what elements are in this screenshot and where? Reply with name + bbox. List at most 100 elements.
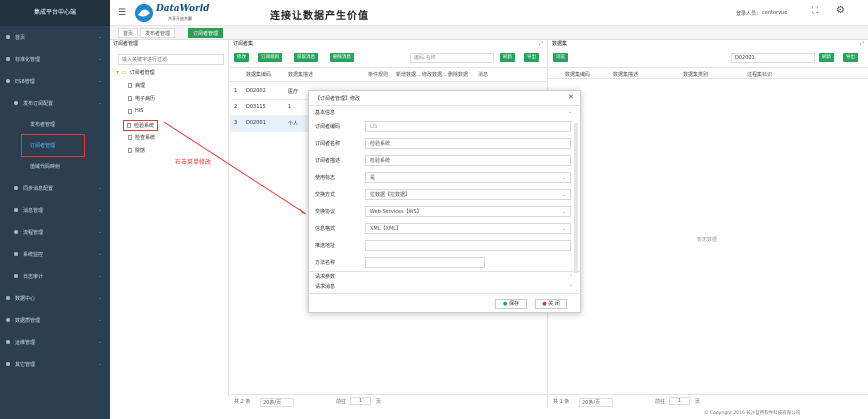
- field-input[interactable]: 拉数据【拉数据】 ⌄: [365, 189, 571, 200]
- sidebar-item-system-monitor[interactable]: 系统监控 ⌄: [0, 243, 110, 265]
- export-button[interactable]: 导出: [524, 53, 539, 62]
- refresh-button[interactable]: 刷新: [500, 53, 515, 62]
- sidebar-item-esb-mgmt[interactable]: ESB管理 ⌄: [0, 70, 110, 92]
- field-input[interactable]: 检验系统: [365, 155, 571, 166]
- tree-node[interactable]: 病理: [128, 82, 145, 89]
- field-input[interactable]: XML【XML】 ⌄: [365, 223, 571, 234]
- field-input[interactable]: [365, 257, 485, 268]
- right-page-input[interactable]: 1: [669, 397, 691, 405]
- column-header[interactable]: 过程集标识: [747, 71, 772, 78]
- tree-node[interactable]: 电子病历: [128, 95, 155, 102]
- folder-open-icon: ▾ ▭: [116, 69, 127, 76]
- column-header[interactable]: 条件规则: [368, 71, 388, 78]
- field-input[interactable]: LIS: [365, 121, 571, 132]
- right-per-page[interactable]: 20条/页: [579, 398, 614, 407]
- sidebar-item-pubsub-config[interactable]: 发布订阅配置 ⌄: [0, 92, 110, 114]
- chevron-down-icon: ⌄: [567, 109, 572, 115]
- nav-dot-icon: [14, 252, 18, 256]
- sidebar-item-message-mgmt[interactable]: 消息管理 ⌄: [0, 199, 110, 221]
- sidebar-item-label: 标准化管理: [15, 56, 41, 63]
- column-header[interactable]: 数据集编码: [246, 71, 271, 78]
- tree-node[interactable]: HIS: [128, 108, 143, 114]
- right-page-suffix: 页: [695, 399, 701, 405]
- tree-node[interactable]: 检查系统: [128, 134, 155, 141]
- sidebar-item-data-quality[interactable]: 数据质管理 ⌄: [0, 309, 110, 331]
- sidebar-item-process-mgmt[interactable]: 流程管理 ⌄: [0, 221, 110, 243]
- sidebar-item-standard-mgmt[interactable]: 标准化管理 ⌄: [0, 48, 110, 70]
- column-header[interactable]: 删除数据: [448, 71, 468, 78]
- mid-page-input[interactable]: 1: [350, 397, 372, 405]
- field-label: 订阅者名称: [315, 141, 341, 147]
- nav-dot-icon: [14, 186, 18, 190]
- dataset-refresh-button[interactable]: 刷新: [819, 53, 834, 62]
- tab-publisher[interactable]: 发布者管理: [140, 28, 176, 38]
- sidebar-item-code-mapping[interactable]: 值域代码映射: [0, 156, 110, 177]
- tree-search-input[interactable]: [118, 54, 224, 65]
- column-header[interactable]: 消息: [478, 71, 488, 78]
- close-button[interactable]: ● 关 闭: [535, 299, 567, 309]
- tree-node[interactable]: 院感: [128, 147, 145, 154]
- column-header[interactable]: 数据集描述: [288, 71, 313, 78]
- expand-icon[interactable]: ⤢: [539, 41, 543, 47]
- subscribe-rule-button[interactable]: 订阅规则: [258, 53, 282, 62]
- browse-button[interactable]: 浏览: [553, 53, 568, 62]
- edit-button[interactable]: 修改: [234, 53, 249, 62]
- row-code: D02002: [246, 88, 266, 94]
- edit-dialog: 【订阅者管理】修改 ✕ 基本信息 ⌄ 订阅者编码 LIS 订阅者名称 检验系统 订阅者描…: [308, 90, 582, 313]
- sidebar: 集成平台中心端 首页 ⌄ 标准化管理 ⌄ ESB管理 ⌄ 发布订阅配置 ⌄ 发布者管理 订阅者管理…: [0, 0, 110, 419]
- field-value: XML【XML】: [370, 226, 402, 232]
- tab-subscriber[interactable]: 订阅者管理: [188, 28, 224, 38]
- column-header[interactable]: 修改数据...: [422, 71, 447, 78]
- dialog-section[interactable]: 基本信息: [315, 109, 335, 116]
- file-icon: [127, 123, 131, 128]
- sidebar-item-other-mgmt[interactable]: 其它管理 ⌄: [0, 353, 110, 375]
- sidebar-item-home[interactable]: 首页 ⌄: [0, 26, 110, 48]
- request-msg-section[interactable]: 请求消息: [315, 283, 335, 290]
- field-input[interactable]: 是 ⌄: [365, 172, 571, 183]
- tab-home[interactable]: 首页: [118, 28, 139, 38]
- fullscreen-icon[interactable]: ⛶: [812, 6, 818, 16]
- field-value: LIS: [370, 124, 378, 130]
- file-icon: [128, 83, 132, 88]
- sidebar-item-subscriber-mgmt[interactable]: 订阅者管理: [21, 134, 85, 157]
- tree-root[interactable]: ▾ ▭ 订阅者管理: [116, 69, 155, 76]
- column-header[interactable]: 数据集编码: [565, 71, 590, 78]
- field-input[interactable]: Web Services【WS】 ⌄: [365, 206, 571, 217]
- field-input[interactable]: [365, 240, 571, 251]
- tree-node-label: 检查系统: [135, 135, 156, 141]
- header-divider: [230, 81, 548, 82]
- field-value: Web Services【WS】: [370, 209, 422, 215]
- chevron-down-icon: ⌄: [97, 207, 102, 213]
- column-header[interactable]: 新增数据...: [396, 71, 421, 78]
- row-code: D03115: [246, 104, 266, 110]
- dataset-search-input[interactable]: D02001: [731, 53, 815, 63]
- user-name[interactable]: centervue: [762, 10, 787, 16]
- tab-bar: 首页 发布者管理 订阅者管理: [110, 26, 868, 40]
- column-header[interactable]: 数据集类别: [683, 71, 708, 78]
- sidebar-item-log-audit[interactable]: 日志审计 ⌄: [0, 265, 110, 287]
- mid-per-page[interactable]: 20条/页: [260, 398, 295, 407]
- menu-toggle-icon[interactable]: ☰: [118, 8, 126, 18]
- dialog-scrollbar[interactable]: [574, 123, 578, 273]
- dataset-export-button[interactable]: 导出: [843, 53, 858, 62]
- tree-node[interactable]: 检验系统: [122, 120, 159, 131]
- get-message-button[interactable]: 获取消息: [294, 53, 318, 62]
- row-desc: 医疗: [288, 89, 299, 95]
- expand-icon[interactable]: ⤢: [860, 41, 864, 47]
- subscriber-search-input[interactable]: 编码,名称: [410, 53, 494, 63]
- sidebar-item-publisher-mgmt[interactable]: 发布者管理: [0, 114, 110, 135]
- column-header[interactable]: 数据集描述: [613, 71, 638, 78]
- field-input[interactable]: 检验系统: [365, 138, 571, 149]
- request-params-section[interactable]: 请求参数: [315, 273, 335, 280]
- save-button[interactable]: ● 保存: [495, 299, 527, 309]
- file-icon: [128, 96, 132, 101]
- field-label: 交换方式: [315, 192, 336, 198]
- delete-message-button[interactable]: 删除消息: [330, 53, 354, 62]
- gear-icon[interactable]: ⚙: [836, 5, 845, 16]
- close-icon[interactable]: ✕: [568, 93, 574, 101]
- brand-main: DataWorld: [156, 4, 210, 14]
- sidebar-item-ops-mgmt[interactable]: 运维管理 ⌄: [0, 331, 110, 353]
- chevron-right-icon: ›: [570, 273, 572, 279]
- sidebar-item-data-center[interactable]: 数据中心 ⌄: [0, 287, 110, 309]
- sidebar-item-sync-msg-config[interactable]: 同步消息配置 ⌄: [0, 177, 110, 199]
